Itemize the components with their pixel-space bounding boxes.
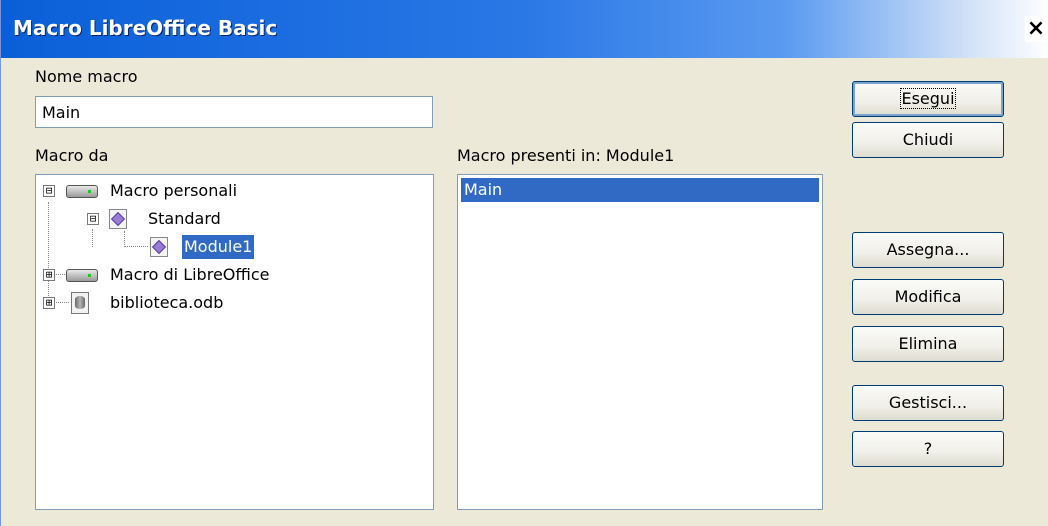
close-button[interactable]: Chiudi xyxy=(852,122,1004,158)
assign-button[interactable]: Assegna... xyxy=(852,232,1004,268)
title-bar[interactable]: Macro LibreOffice Basic × xyxy=(1,0,1048,58)
existing-macros-label: Macro presenti in: Module1 xyxy=(457,146,675,165)
drive-icon xyxy=(66,185,98,198)
organize-button[interactable]: Gestisci... xyxy=(852,385,1004,421)
macro-from-label: Macro da xyxy=(35,146,109,165)
run-button[interactable]: Esegui xyxy=(852,81,1004,117)
help-button[interactable]: ? xyxy=(852,431,1004,467)
tree-item-macro-libreoffice[interactable]: ⊞ Macro di LibreOffice xyxy=(36,263,431,287)
collapse-icon[interactable]: ⊟ xyxy=(87,213,99,225)
tree-item-module1[interactable]: Module1 xyxy=(36,235,431,259)
tree-item-label: biblioteca.odb xyxy=(110,293,224,312)
library-tree[interactable]: ⊟ Macro personali ⊟ Standard Module1 ⊞ M… xyxy=(35,174,434,510)
delete-button[interactable]: Elimina xyxy=(852,326,1004,362)
tree-item-label: Macro personali xyxy=(110,181,238,200)
tree-item-label: Standard xyxy=(148,209,221,228)
database-icon xyxy=(71,292,89,314)
drive-icon xyxy=(66,269,98,282)
tree-item-label: Module1 xyxy=(182,235,255,259)
tree-item-standard[interactable]: ⊟ Standard xyxy=(36,207,431,231)
macro-name-label: Nome macro xyxy=(35,67,138,86)
expand-icon[interactable]: ⊞ xyxy=(43,269,55,281)
close-window-button[interactable]: × xyxy=(1025,16,1047,42)
expand-icon[interactable]: ⊞ xyxy=(43,297,55,309)
macro-name-input[interactable] xyxy=(35,96,433,128)
run-button-label: Esegui xyxy=(900,88,956,109)
tree-item-label: Macro di LibreOffice xyxy=(110,265,270,284)
collapse-icon[interactable]: ⊟ xyxy=(43,185,55,197)
tree-item-biblioteca[interactable]: ⊞ biblioteca.odb xyxy=(36,291,431,315)
macro-dialog: Macro LibreOffice Basic × Nome macro Mac… xyxy=(0,0,1048,526)
tree-item-macro-personali[interactable]: ⊟ Macro personali xyxy=(36,179,431,203)
edit-button[interactable]: Modifica xyxy=(852,279,1004,315)
window-title: Macro LibreOffice Basic xyxy=(13,16,278,40)
module-icon xyxy=(150,237,168,257)
list-item[interactable]: Main xyxy=(461,178,819,202)
existing-macros-list[interactable]: Main xyxy=(457,174,823,510)
library-icon xyxy=(109,209,127,229)
